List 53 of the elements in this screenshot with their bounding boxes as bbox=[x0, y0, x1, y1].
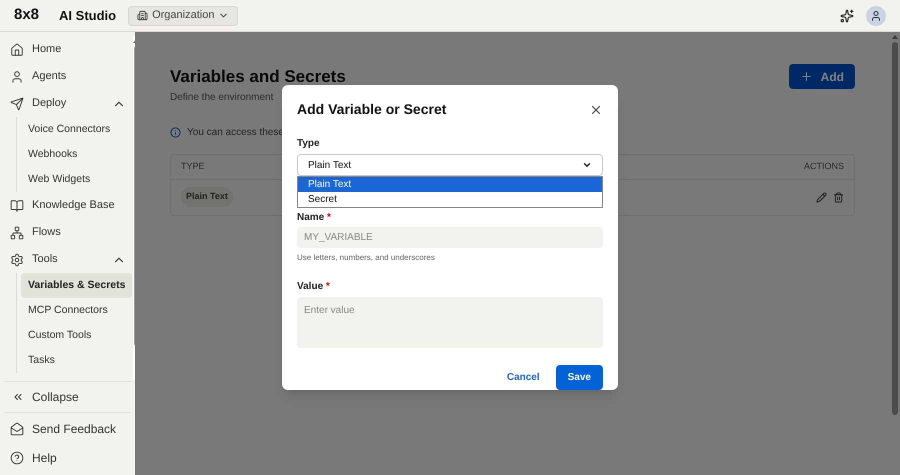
nav-item[interactable]: Home bbox=[4, 36, 132, 63]
column-header: ACTIONS bbox=[804, 160, 844, 173]
nav-icon bbox=[10, 96, 24, 110]
dropdown-option[interactable]: Secret bbox=[298, 192, 602, 207]
nav-icon bbox=[10, 226, 24, 240]
save-button[interactable]: Save bbox=[556, 365, 603, 390]
type-tag: Plain Text bbox=[181, 187, 233, 207]
nav-icon bbox=[10, 42, 24, 56]
footer-link[interactable]: Send Feedback bbox=[0, 415, 135, 442]
organization-selector[interactable]: Organization bbox=[128, 6, 238, 26]
nav-item[interactable]: Agents bbox=[4, 63, 132, 90]
nav-subitem[interactable]: Voice Connectors bbox=[21, 117, 132, 142]
help-icon bbox=[10, 450, 24, 464]
column-header: TYPE bbox=[181, 160, 205, 171]
sparkle-icon[interactable] bbox=[840, 8, 854, 22]
field-label: Name * bbox=[297, 211, 331, 225]
nav-icon bbox=[10, 198, 24, 212]
edit-icon[interactable] bbox=[816, 192, 827, 202]
nav-icon bbox=[10, 70, 24, 84]
dialog-title: Add Variable or Secret bbox=[297, 100, 448, 119]
nav-subitem[interactable]: Tasks bbox=[21, 348, 132, 373]
avatar[interactable] bbox=[866, 6, 886, 26]
nav-icon bbox=[10, 252, 24, 266]
nav-subitem[interactable]: Variables & Secrets bbox=[21, 273, 132, 298]
cancel-button[interactable]: Cancel bbox=[506, 370, 540, 385]
field-hint: Use letters, numbers, and underscores bbox=[297, 252, 436, 264]
double-chevron-icon bbox=[12, 391, 24, 403]
nav-subitem[interactable]: Web Widgets bbox=[21, 167, 132, 192]
info-icon bbox=[170, 126, 181, 138]
plus-icon bbox=[800, 70, 813, 83]
nav-subitem[interactable]: Webhooks bbox=[21, 142, 132, 167]
chevron-down-icon bbox=[582, 160, 592, 170]
user-icon bbox=[870, 10, 882, 22]
footer-link[interactable]: Help bbox=[0, 444, 135, 471]
nav-subitem[interactable]: MCP Connectors bbox=[21, 298, 132, 323]
dropdown-option[interactable]: Plain Text bbox=[298, 177, 602, 192]
nav-item[interactable]: Knowledge Base bbox=[4, 192, 132, 219]
field-label: Type bbox=[297, 137, 321, 151]
nav-item[interactable]: Flows bbox=[4, 219, 132, 246]
nav-item[interactable]: Tools bbox=[4, 246, 132, 273]
field-label: Value * bbox=[297, 280, 331, 294]
app-name: AI Studio bbox=[59, 6, 116, 25]
building-icon bbox=[137, 10, 148, 21]
page-title: Variables and Secrets bbox=[170, 66, 347, 88]
nav-subitem[interactable]: Custom Tools bbox=[21, 323, 132, 348]
type-select[interactable]: Plain Text bbox=[297, 154, 603, 176]
logo: 8x8 bbox=[14, 5, 40, 26]
trash-icon[interactable] bbox=[833, 192, 844, 202]
envelope-icon bbox=[10, 422, 24, 436]
collapse-button[interactable]: Collapse bbox=[0, 382, 135, 412]
page-subtitle: Define the environment bbox=[170, 90, 274, 104]
nav-item[interactable]: Deploy bbox=[4, 90, 132, 117]
add-button[interactable]: Add bbox=[788, 64, 855, 89]
